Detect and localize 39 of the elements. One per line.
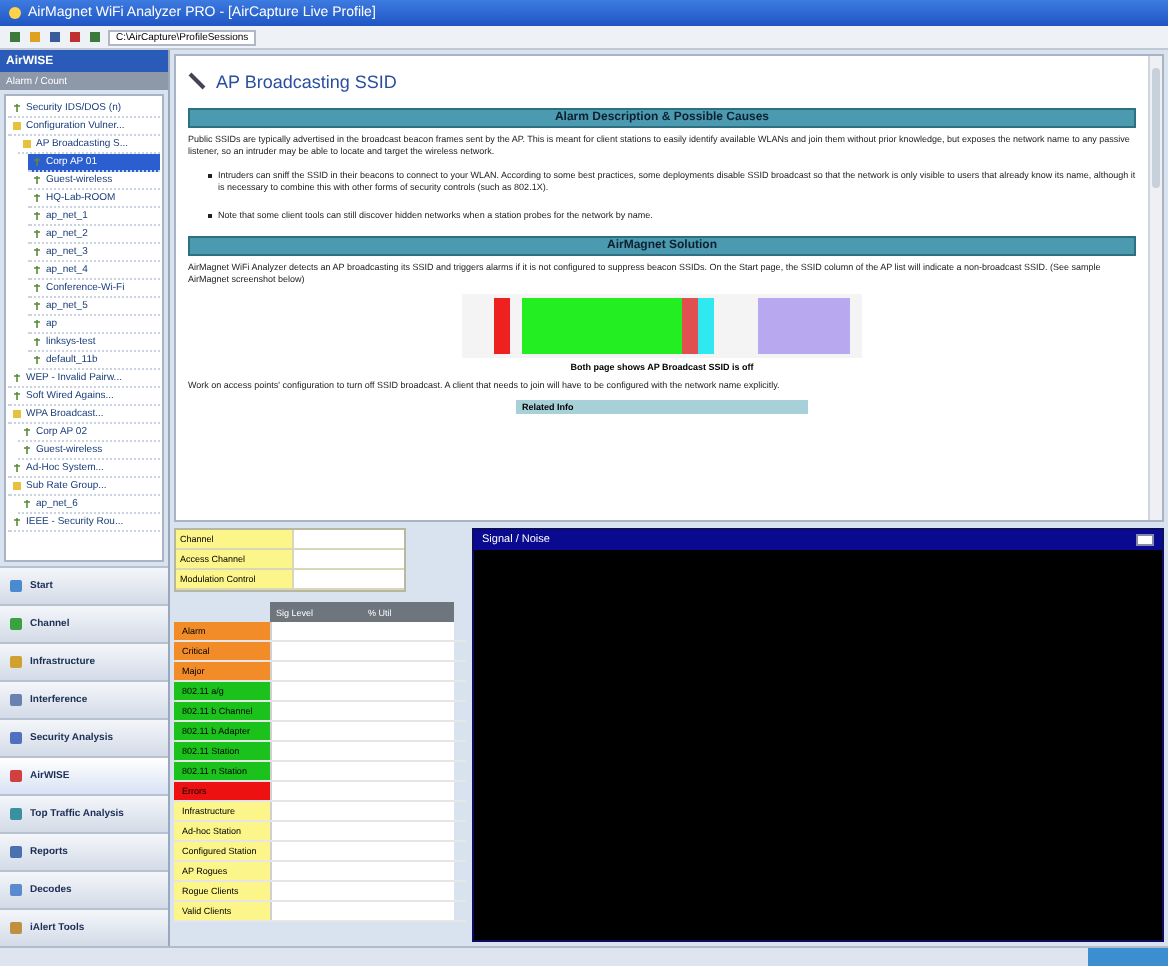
access-point-icon xyxy=(22,444,32,456)
nav-icon xyxy=(8,578,24,594)
folder-icon xyxy=(12,408,22,420)
nav-icon xyxy=(8,844,24,860)
access-point-icon xyxy=(12,516,22,528)
nav-icon xyxy=(8,882,24,898)
access-point-icon xyxy=(32,264,42,276)
wrench-icon xyxy=(188,72,208,92)
access-point-icon xyxy=(32,336,42,348)
info-value xyxy=(292,550,404,570)
access-point-icon xyxy=(12,462,22,474)
app-icon xyxy=(8,6,22,20)
nav-icon xyxy=(8,768,24,784)
nav-icon xyxy=(8,730,24,746)
nav-icon xyxy=(8,616,24,632)
info-value xyxy=(292,530,404,550)
access-point-icon xyxy=(12,372,22,384)
nav-icon xyxy=(8,654,24,670)
info-value xyxy=(292,570,404,590)
access-point-icon xyxy=(32,174,42,186)
folder-icon xyxy=(12,480,22,492)
access-point-icon xyxy=(32,228,42,240)
access-point-icon xyxy=(12,102,22,114)
document-title: AP Broadcasting SSID xyxy=(216,72,397,92)
access-point-icon xyxy=(32,318,42,330)
access-point-icon xyxy=(32,300,42,312)
nav-icon xyxy=(8,806,24,822)
access-point-icon xyxy=(32,156,42,168)
window-icon[interactable] xyxy=(1136,534,1154,546)
access-point-icon xyxy=(32,210,42,222)
access-point-icon xyxy=(32,246,42,258)
nav-icon xyxy=(8,692,24,708)
access-point-icon xyxy=(22,426,32,438)
access-point-icon xyxy=(22,498,32,510)
access-point-icon xyxy=(12,390,22,402)
access-point-icon xyxy=(32,282,42,294)
nav-icon xyxy=(8,920,24,936)
access-point-icon xyxy=(32,354,42,366)
access-point-icon xyxy=(32,192,42,204)
